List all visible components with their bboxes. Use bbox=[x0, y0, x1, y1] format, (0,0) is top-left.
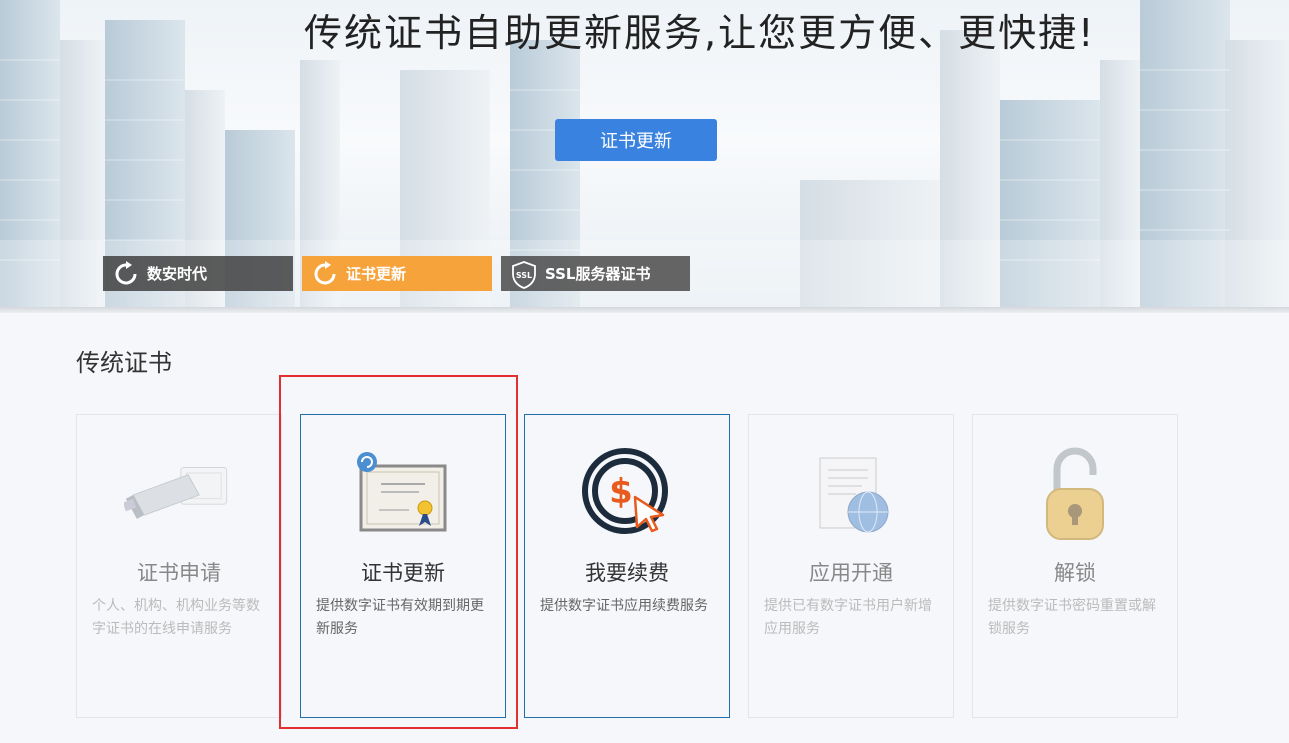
banner-title: 传统证书自助更新服务,让您更方便、更快捷! bbox=[304, 11, 1096, 55]
padlock-icon bbox=[1020, 445, 1130, 545]
banner-tab-label: SSL服务器证书 bbox=[545, 265, 651, 283]
card-title: 解锁 bbox=[1054, 561, 1096, 585]
hero-banner: 传统证书自助更新服务,让您更方便、更快捷! 证书更新 数安时代 证书更新 SSL… bbox=[0, 0, 1289, 313]
banner-tab-ssl-certificate[interactable]: SSL SSL服务器证书 bbox=[501, 256, 690, 291]
banner-divider bbox=[0, 307, 1289, 313]
card-app-activation[interactable]: 应用开通 提供已有数字证书用户新增应用服务 bbox=[748, 414, 954, 718]
document-globe-icon bbox=[796, 445, 906, 545]
certificate-icon bbox=[348, 445, 458, 545]
ssl-shield-icon: SSL bbox=[511, 260, 537, 289]
card-unlock[interactable]: 解锁 提供数字证书密码重置或解锁服务 bbox=[972, 414, 1178, 718]
refresh-icon bbox=[312, 260, 338, 287]
banner-tab-label: 证书更新 bbox=[346, 265, 407, 283]
svg-text:SSL: SSL bbox=[516, 271, 532, 280]
banner-tab-shuan-era[interactable]: 数安时代 bbox=[103, 256, 293, 291]
card-description: 提供数字证书密码重置或解锁服务 bbox=[988, 598, 1156, 637]
svg-text:$: $ bbox=[609, 472, 633, 512]
dollar-click-icon: $ bbox=[572, 445, 682, 545]
section-title: 传统证书 bbox=[76, 349, 172, 377]
card-title: 应用开通 bbox=[809, 561, 893, 585]
card-certificate-apply[interactable]: 证书申请 个人、机构、机构业务等数字证书的在线申请服务 bbox=[76, 414, 282, 718]
refresh-icon bbox=[113, 260, 139, 287]
card-title: 我要续费 bbox=[585, 561, 669, 585]
card-title: 证书更新 bbox=[361, 561, 445, 585]
banner-tab-certificate-renew[interactable]: 证书更新 bbox=[302, 256, 492, 291]
banner-tab-label: 数安时代 bbox=[147, 265, 208, 283]
usb-key-icon bbox=[124, 445, 234, 545]
card-title: 证书申请 bbox=[137, 561, 221, 585]
card-renew-payment[interactable]: $ 我要续费 提供数字证书应用续费服务 bbox=[524, 414, 730, 718]
card-description: 提供数字证书有效期到期更新服务 bbox=[316, 598, 484, 637]
card-description: 提供已有数字证书用户新增应用服务 bbox=[764, 598, 932, 637]
card-certificate-renew[interactable]: 证书更新 提供数字证书有效期到期更新服务 bbox=[300, 414, 506, 718]
card-description: 提供数字证书应用续费服务 bbox=[540, 598, 708, 614]
certificate-renew-button[interactable]: 证书更新 bbox=[555, 119, 717, 161]
card-description: 个人、机构、机构业务等数字证书的在线申请服务 bbox=[92, 598, 260, 637]
